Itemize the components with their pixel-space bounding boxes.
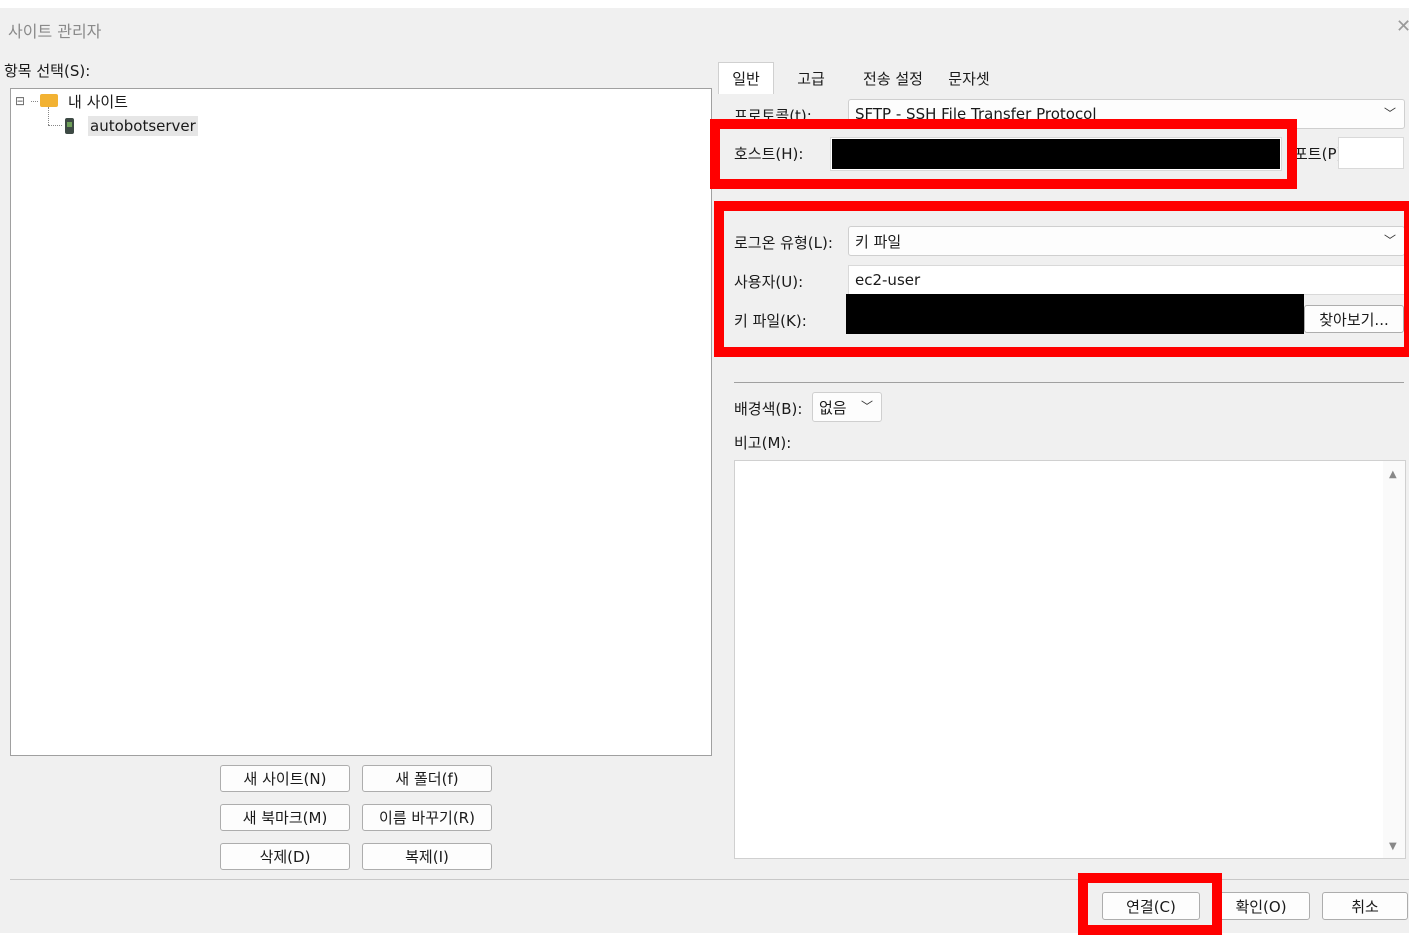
chevron-down-icon: ﹀ <box>860 399 873 414</box>
tree-node-autobotserver[interactable]: autobotserver <box>65 114 198 138</box>
new-bookmark-button[interactable]: 새 북마크(M) <box>220 804 350 831</box>
comments-textarea[interactable]: ▲ ▼ <box>734 460 1406 859</box>
bgcolor-label: 배경색(B): <box>734 400 803 418</box>
tab-transfer-settings[interactable]: 전송 설정 <box>850 62 936 94</box>
comments-label: 비고(M): <box>734 434 792 452</box>
chevron-down-icon: ﹀ <box>1383 106 1396 121</box>
separator <box>734 382 1404 383</box>
folder-icon <box>40 93 58 107</box>
tab-advanced[interactable]: 고급 <box>785 62 837 94</box>
close-icon[interactable]: ✕ <box>1396 16 1409 37</box>
tab-general[interactable]: 일반 <box>718 62 774 94</box>
rename-button[interactable]: 이름 바꾸기(R) <box>362 804 492 831</box>
bgcolor-value: 없음 <box>819 398 847 417</box>
port-input[interactable] <box>1338 137 1404 169</box>
ok-button[interactable]: 확인(O) <box>1212 892 1310 920</box>
tree-item-label: autobotserver <box>88 116 198 136</box>
new-folder-button[interactable]: 새 폴더(f) <box>362 765 492 792</box>
logon-highlight-box <box>714 201 1409 357</box>
server-icon <box>65 118 74 134</box>
expander-icon[interactable]: ⊟ <box>15 94 31 108</box>
bgcolor-select[interactable]: 없음 ﹀ <box>812 392 882 422</box>
tree-node-my-sites[interactable]: ⊟ 내 사이트 <box>15 89 128 113</box>
comments-scrollbar[interactable]: ▲ ▼ <box>1383 461 1405 858</box>
tree-root-label: 내 사이트 <box>68 92 128 111</box>
cancel-button[interactable]: 취소 <box>1322 892 1408 920</box>
site-tree[interactable]: ⊟ 내 사이트 autobotserver <box>10 88 712 756</box>
scroll-up-icon[interactable]: ▲ <box>1389 469 1397 480</box>
host-highlight-box <box>710 119 1297 189</box>
duplicate-button[interactable]: 복제(I) <box>362 843 492 870</box>
window-title: 사이트 관리자 <box>8 22 102 41</box>
connect-highlight-box <box>1078 873 1222 935</box>
select-entry-label: 항목 선택(S): <box>4 62 91 80</box>
delete-button[interactable]: 삭제(D) <box>220 843 350 870</box>
new-site-button[interactable]: 새 사이트(N) <box>220 765 350 792</box>
site-manager-window: 사이트 관리자 ✕ 항목 선택(S): ⊟ 내 사이트 autobotserve… <box>0 8 1409 935</box>
scroll-down-icon[interactable]: ▼ <box>1389 841 1397 852</box>
tab-charset[interactable]: 문자셋 <box>938 62 1000 94</box>
